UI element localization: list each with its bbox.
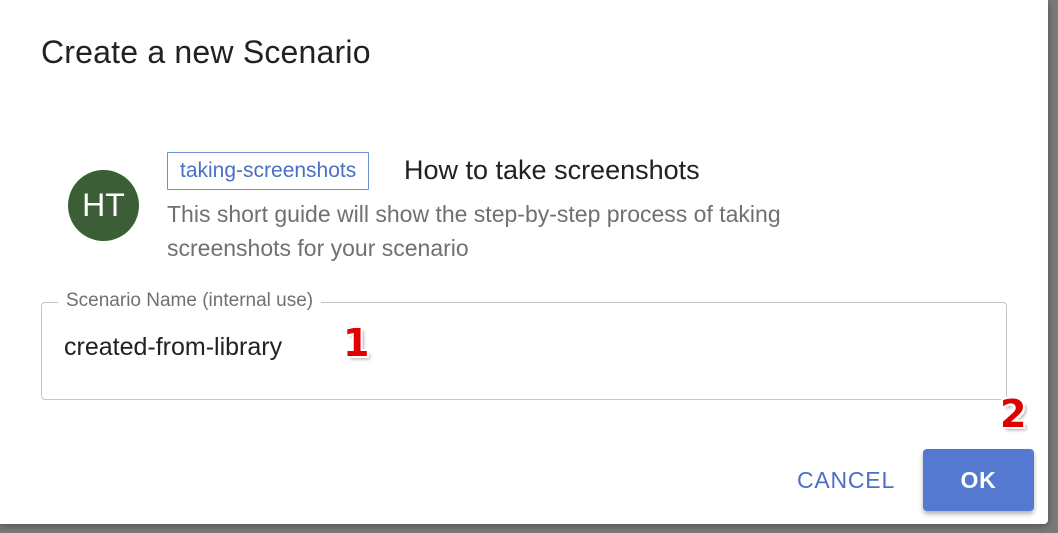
annotation-marker-2: 2	[1000, 392, 1027, 436]
template-description: This short guide will show the step-by-s…	[167, 201, 781, 261]
template-title: How to take screenshots	[404, 155, 700, 185]
dialog-title: Create a new Scenario	[41, 34, 371, 70]
create-scenario-dialog: Create a new Scenario HT taking-screensh…	[0, 0, 1048, 524]
template-tag: taking-screenshots	[167, 152, 370, 190]
cancel-button[interactable]: CANCEL	[784, 451, 908, 509]
scenario-name-label: Scenario Name (internal use)	[58, 290, 322, 312]
ok-button[interactable]: OK	[923, 449, 1034, 511]
scenario-name-field[interactable]: Scenario Name (internal use)	[41, 290, 1007, 400]
scenario-name-input[interactable]	[64, 333, 964, 362]
avatar-initials: HT	[82, 187, 125, 223]
annotation-marker-1: 1	[343, 321, 370, 365]
avatar: HT	[68, 170, 139, 241]
